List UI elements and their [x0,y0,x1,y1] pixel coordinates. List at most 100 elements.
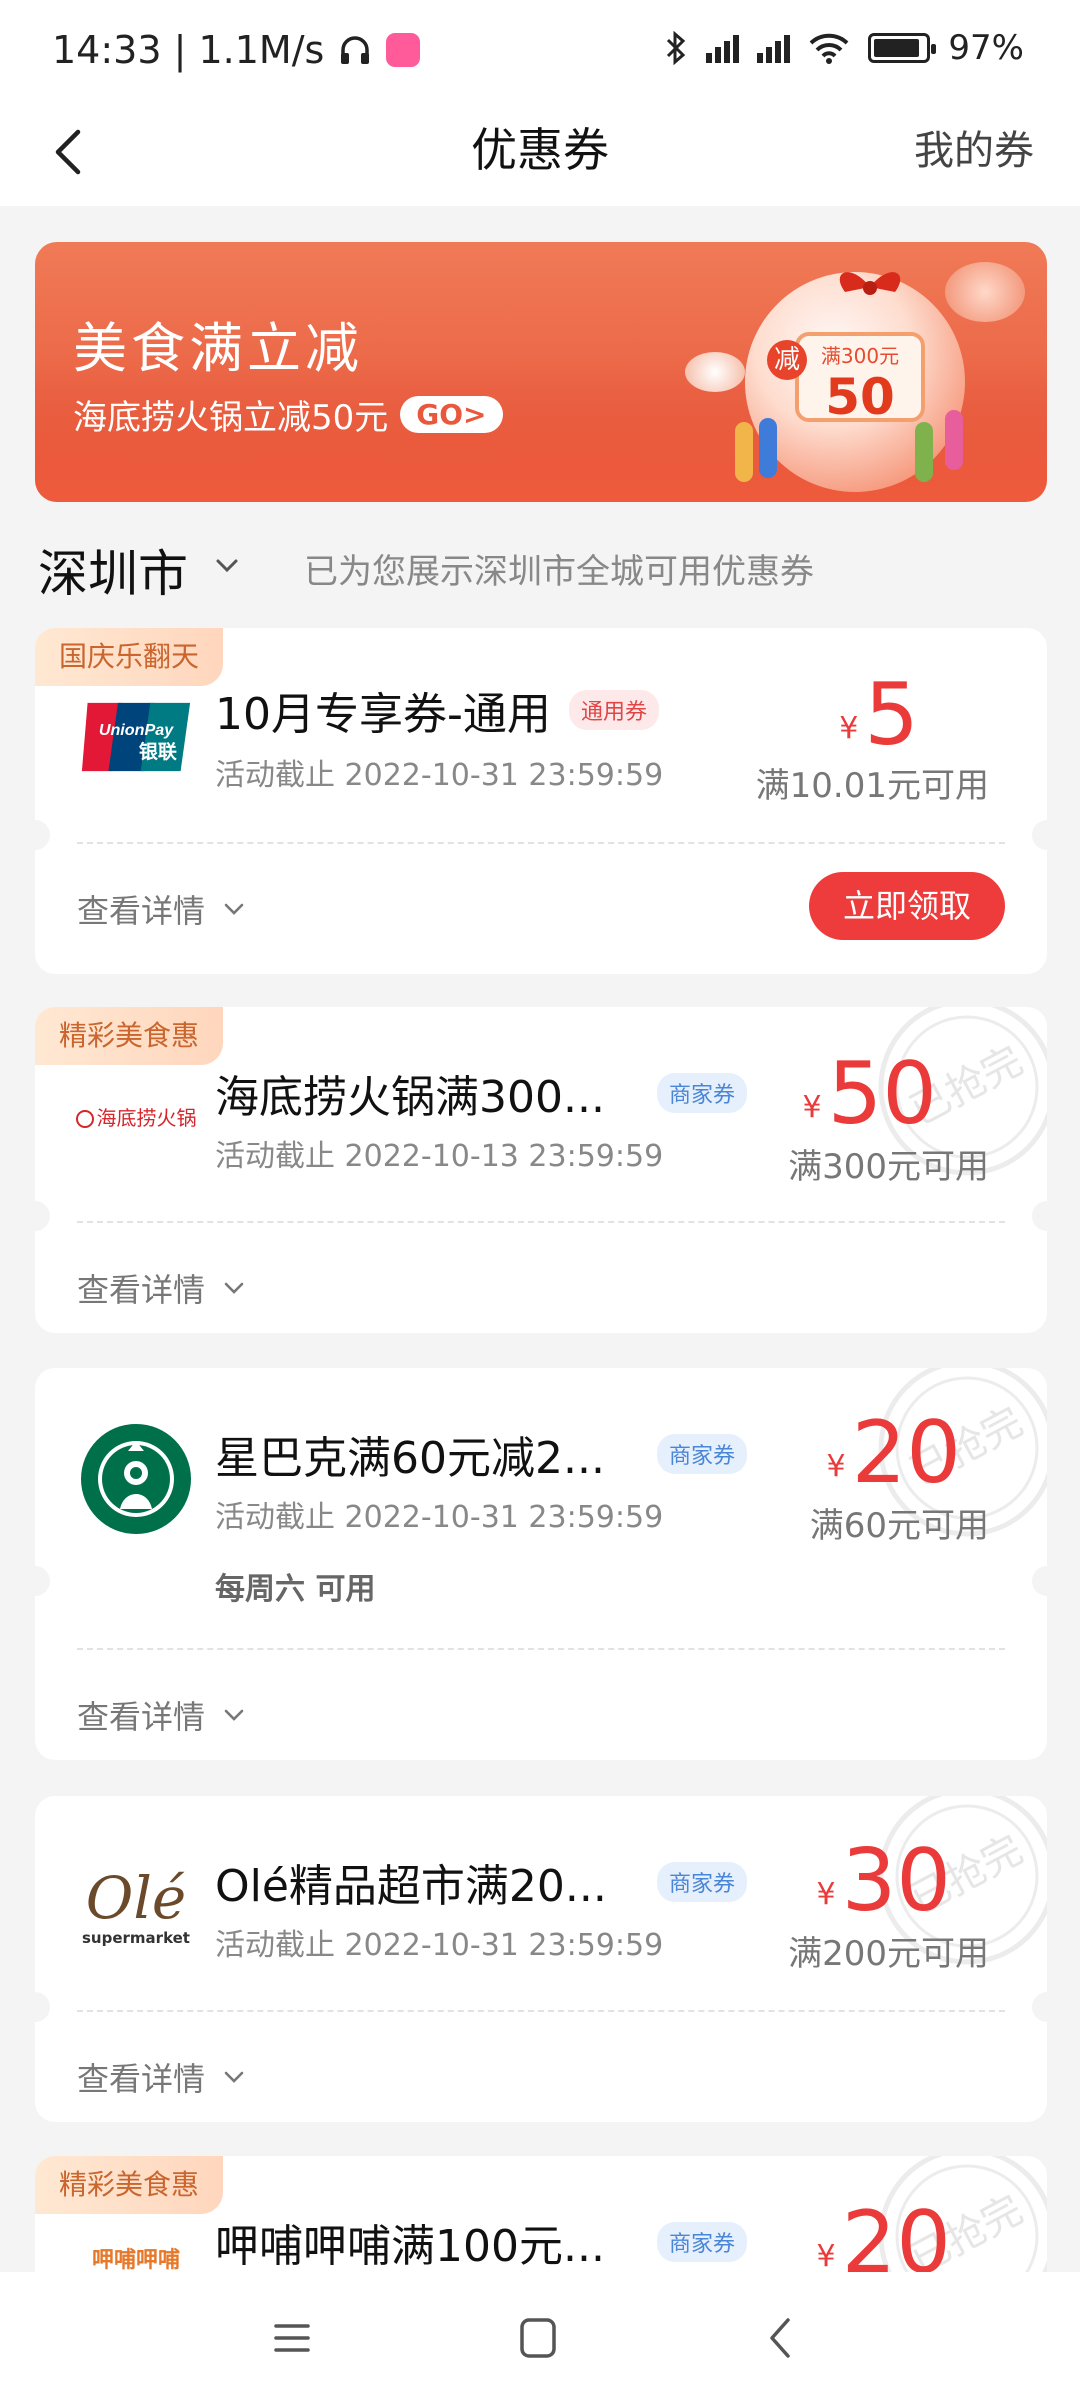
banner-go-button[interactable]: GO> [400,396,503,433]
city-selector[interactable]: 深圳市 [38,534,188,606]
coupon-value: 50 [827,1044,937,1144]
ole-logo-text: Olé [85,1864,187,1932]
chevron-down-icon[interactable] [214,556,240,576]
banner-reduce-badge: 减 [767,340,807,380]
city-selector-row: 深圳市 已为您展示深圳市全城可用优惠券 [38,534,1048,604]
coupon-condition: 满60元可用 [809,1506,989,1546]
card-notch [35,820,50,850]
coupon-deadline: 活动截止 2022-10-31 23:59:59 [215,1500,664,1535]
svg-text:UnionPay: UnionPay [99,721,174,739]
currency-symbol: ¥ [802,1090,822,1125]
banner-subtitle: 海底捞火锅立减50元 [73,398,389,438]
card-divider [77,2010,1005,2012]
status-time-speed: 14:33 | 1.1M/s [52,28,325,72]
currency-symbol: ¥ [826,1449,846,1484]
coupon-condition: 满200元可用 [788,1934,989,1974]
bluetooth-icon [667,30,686,66]
view-details-button[interactable]: 查看详情 [77,1265,245,1311]
card-notch [35,1992,50,2022]
coupon-availability: 每周六 可用 [215,1572,376,1607]
person-figure [915,422,933,482]
card-divider [77,1648,1005,1650]
ole-logo-icon: Olé supermarket [77,1848,195,1966]
xiabuxiabu-logo-text: 呷哺呷哺 [91,2248,180,2273]
coupon-name: Olé精品超市满20... [215,1861,607,1912]
card-notch [1032,1992,1047,2022]
banner-subtitle-row: 海底捞火锅立减50元 GO> [73,390,503,439]
person-figure [945,410,963,470]
banner-ticket-amount: 50 [825,368,895,426]
chevron-down-icon [224,2071,244,2083]
view-details-label: 查看详情 [77,2060,206,2098]
view-details-label: 查看详情 [77,1271,206,1309]
currency-symbol: ¥ [816,2239,836,2274]
view-details-button[interactable]: 查看详情 [77,2054,245,2100]
coupon-type-badge: 通用券 [569,690,660,730]
food-box-image [945,262,1025,322]
coupon-name: 海底捞火锅满300... [215,1072,605,1123]
coupon-card: 国庆乐翻天 UnionPay 银联 10月专享券-通用 通用券 活动截止 202… [35,628,1047,974]
view-details-button[interactable]: 查看详情 [77,1692,245,1738]
person-figure [759,418,777,478]
coupon-amount: ¥50 [802,1049,937,1139]
menu-icon[interactable] [262,2310,322,2366]
signal-icon [706,33,740,63]
battery-icon [868,33,937,63]
coupon-amount: ¥30 [816,1836,951,1926]
gift-bow-icon [839,272,901,295]
coupon-card: 已抢完 星巴克满60元减2... 商家券 活动截止 2022-10-31 23:… [35,1368,1047,1760]
city-note: 已为您展示深圳市全城可用优惠券 [304,552,814,592]
battery-percent: 97% [948,28,1024,68]
promo-banner[interactable]: 美食满立减 海底捞火锅立减50元 GO> 满300元 50 减 [35,242,1047,502]
coupon-deadline: 活动截止 2022-10-31 23:59:59 [215,758,664,793]
coupon-deadline: 活动截止 2022-10-13 23:59:59 [215,1139,664,1174]
card-notch [35,1566,50,1596]
status-bar: 14:33 | 1.1M/s 97% [0,0,1080,100]
currency-symbol: ¥ [839,711,859,746]
coupon-tag: 精彩美食惠 [35,2156,224,2214]
ole-logo-subtext: supermarket [82,1929,190,1947]
view-details-button[interactable]: 查看详情 [77,886,245,932]
coupon-amount: ¥20 [826,1408,961,1498]
haidilao-logo-text: 海底捞火锅 [96,1105,197,1130]
view-details-label: 查看详情 [77,892,206,930]
banner-ticket: 满300元 50 [795,332,925,425]
back-nav-icon[interactable] [752,2310,812,2366]
currency-symbol: ¥ [816,1877,836,1912]
bilibili-app-icon [386,33,421,67]
person-figure [735,422,753,482]
status-left: 14:33 | 1.1M/s [52,28,421,72]
system-nav-bar [0,2272,1080,2400]
view-details-label: 查看详情 [77,1698,206,1736]
wifi-icon [810,33,849,64]
svg-text:银联: 银联 [139,740,177,763]
coupon-type-badge: 商家券 [657,1434,748,1474]
coupon-type-badge: 商家券 [657,1862,748,1902]
coupon-amount: ¥5 [839,670,919,760]
card-notch [1032,1566,1047,1596]
coupon-type-badge: 商家券 [657,1073,748,1113]
card-notch [35,1201,50,1231]
home-icon[interactable] [508,2310,568,2366]
chevron-down-icon [224,903,244,915]
card-notch [1032,1201,1047,1231]
coupon-condition: 满300元可用 [788,1147,989,1187]
coupon-card: 已抢完 Olé supermarket Olé精品超市满20... 商家券 活动… [35,1796,1047,2122]
coupon-type-badge: 商家券 [657,2222,748,2262]
card-divider [77,842,1005,844]
status-right: 97% [664,28,1024,68]
card-divider [77,1221,1005,1223]
chevron-down-icon [224,1709,244,1721]
coupon-condition: 满10.01元可用 [755,766,989,806]
coupon-deadline: 活动截止 2022-10-31 23:59:59 [215,1928,664,1963]
card-notch [1032,820,1047,850]
claim-now-button[interactable]: 立即领取 [809,872,1005,940]
haidilao-logo-icon: 海底捞火锅 [75,1057,197,1175]
coupon-name: 呷哺呷哺满100元... [215,2221,605,2272]
coupon-value: 5 [864,665,919,765]
banner-ticket-condition: 满300元 [820,344,900,368]
headphone-icon [341,36,370,64]
coupon-value: 20 [851,1403,961,1503]
my-coupons-link[interactable]: 我的券 [914,118,1034,176]
starbucks-logo-icon [77,1420,195,1538]
